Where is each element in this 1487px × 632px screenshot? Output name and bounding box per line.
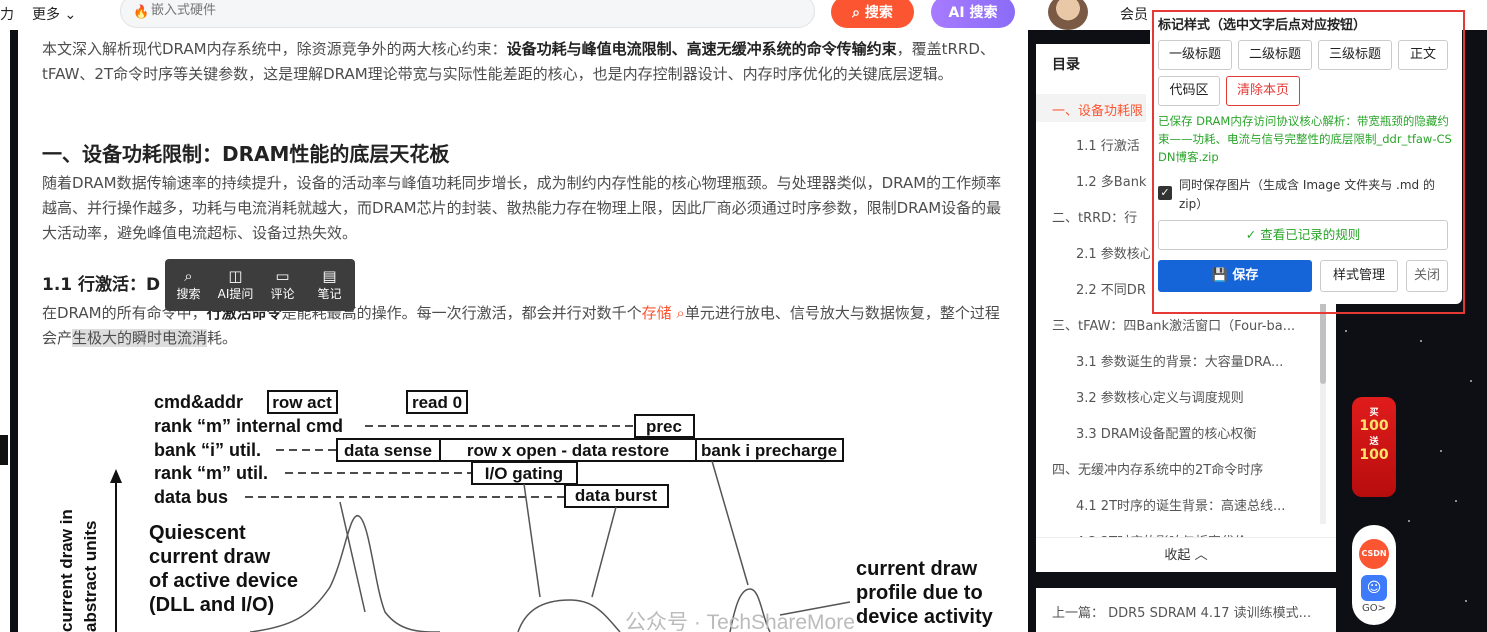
dram-timing-diagram: cmd&addr rank “m” internal cmd bank “i” … bbox=[57, 390, 994, 632]
comment-icon: ▭ bbox=[275, 267, 290, 285]
box-data-burst: data burst bbox=[575, 486, 658, 505]
keyword-link-label: 存储 bbox=[641, 304, 672, 322]
more-menu[interactable]: 更多 ⌄ bbox=[32, 4, 76, 24]
toc-divider bbox=[1036, 537, 1336, 538]
go-label: GO> bbox=[1362, 603, 1386, 614]
more-label: 更多 bbox=[32, 7, 60, 23]
p3-text-d: 耗。 bbox=[207, 329, 238, 347]
intro-paragraph: 本文深入解析现代DRAM内存系统中，除资源竞争外的两大核心约束：设备功耗与峰值电… bbox=[42, 37, 1004, 87]
search-box[interactable]: 🔥 bbox=[120, 0, 815, 28]
toc-item[interactable]: 3.3 DRAM设备配置的核心权衡 bbox=[1076, 423, 1314, 442]
box-row-act: row act bbox=[272, 393, 332, 412]
quiescent-line-4: (DLL and I/O) bbox=[149, 594, 274, 616]
diagram-watermark: 公众号 · TechShareMore bbox=[625, 611, 855, 632]
box-prec: prec bbox=[646, 417, 682, 436]
toc-item[interactable]: 4.1 2T时序的诞生背景：高速总线... bbox=[1076, 495, 1314, 514]
toc-item[interactable]: 3.1 参数诞生的背景：大容量DRA... bbox=[1076, 351, 1314, 370]
ai-icon: ◫ bbox=[228, 267, 243, 285]
toc-item[interactable]: 3.2 参数核心定义与调度规则 bbox=[1076, 387, 1314, 406]
flame-icon: 🔥 bbox=[133, 5, 150, 20]
csdn-logo-icon: CSDN bbox=[1359, 539, 1389, 569]
avatar[interactable] bbox=[1048, 0, 1088, 30]
search-icon: ⌕ bbox=[184, 267, 193, 285]
selection-search-label: 搜索 bbox=[176, 287, 201, 301]
search-button-label: 搜索 bbox=[864, 5, 893, 21]
selection-note-button[interactable]: ▤ 笔记 bbox=[306, 259, 353, 311]
search-icon: ⌕ bbox=[676, 304, 685, 322]
toc-item[interactable]: 2.2 不同DR bbox=[1076, 279, 1150, 298]
toc-item[interactable]: 四、无缓冲内存系统中的2T命令时序 bbox=[1052, 459, 1314, 478]
intro-bold-text: 设备功耗与峰值电流限制、高速无缓冲系统的命令传输约束 bbox=[506, 40, 897, 58]
promo-number-1: 100 bbox=[1359, 418, 1389, 434]
left-edge-marker bbox=[0, 435, 8, 465]
profile-line-2: profile due to bbox=[856, 582, 983, 604]
toc-item[interactable]: 2.1 参数核心 bbox=[1076, 243, 1150, 262]
chevron-down-icon: ⌄ bbox=[64, 7, 77, 23]
toc-title: 目录 bbox=[1052, 57, 1080, 73]
quiescent-line-3: of active device bbox=[149, 570, 298, 592]
box-data-sense: data sense bbox=[344, 441, 432, 460]
toc-item[interactable]: 二、tRRD：行 bbox=[1052, 207, 1150, 226]
ai-search-button[interactable]: AI 搜索 bbox=[931, 0, 1015, 28]
row-label-bank-util: bank “i” util. bbox=[154, 440, 261, 460]
promo-number-2: 100 bbox=[1359, 447, 1389, 463]
profile-line-1: current draw bbox=[856, 558, 978, 580]
left-margin bbox=[0, 30, 10, 632]
selected-text[interactable]: 生极大的瞬时电流消 bbox=[72, 329, 208, 347]
toc-collapse-label: 收起 bbox=[1164, 548, 1191, 563]
selection-toolbar: ⌕ 搜索 ◫ AI提问 ▭ 评论 ▤ 笔记 bbox=[165, 259, 355, 311]
y-axis-label-line-1: current draw in bbox=[57, 509, 76, 632]
box-bank-precharge: bank i precharge bbox=[701, 441, 837, 460]
promo-badge[interactable]: 买 100 送 100 bbox=[1352, 397, 1396, 497]
toc-item[interactable]: 一、设备功耗限 bbox=[1052, 100, 1146, 119]
chevron-up-icon: ︿ bbox=[1194, 548, 1208, 563]
robot-icon: ☺ bbox=[1361, 575, 1387, 601]
selection-note-label: 笔记 bbox=[317, 287, 342, 301]
promo-top-text: 买 bbox=[1369, 408, 1379, 418]
quiescent-line-1: Quiescent bbox=[149, 522, 246, 544]
row-label-internal-cmd: rank “m” internal cmd bbox=[154, 416, 343, 436]
prev-post-link[interactable]: 上一篇： DDR5 SDRAM 4.17 读训练模式... bbox=[1036, 588, 1336, 632]
quiescent-line-2: current draw bbox=[149, 546, 271, 568]
toc-collapse-button[interactable]: 收起 ︿ bbox=[1036, 544, 1336, 563]
box-row-open: row x open - data restore bbox=[467, 441, 669, 460]
search-button[interactable]: ⌕ 搜索 bbox=[831, 0, 914, 28]
nav-item-cut[interactable]: 力 bbox=[0, 4, 14, 24]
keyword-link-storage[interactable]: 存储 ⌕ bbox=[642, 304, 685, 322]
row-label-rank-util: rank “m” util. bbox=[154, 463, 268, 483]
intro-text: 本文深入解析现代DRAM内存系统中，除资源竞争外的两大核心约束： bbox=[42, 40, 507, 58]
selection-ai-button[interactable]: ◫ AI提问 bbox=[212, 259, 259, 311]
csdn-go-widget[interactable]: CSDN ☺ GO> bbox=[1352, 525, 1396, 625]
search-icon: ⌕ bbox=[852, 5, 860, 21]
prev-post-label: 上一篇： DDR5 SDRAM 4.17 读训练模式... bbox=[1052, 606, 1312, 621]
toc-item[interactable]: 三、tFAW：四Bank激活窗口（Four-ba... bbox=[1052, 315, 1314, 334]
row-label-cmd-addr: cmd&addr bbox=[154, 392, 243, 412]
toc-item[interactable]: 1.2 多Bank bbox=[1076, 171, 1150, 190]
toc-item[interactable]: 1.1 行激活 bbox=[1076, 135, 1150, 154]
row-label-data-bus: data bus bbox=[154, 487, 228, 507]
section-1-paragraph: 随着DRAM数据传输速率的持续提升，设备的活动率与峰值功耗同步增长，成为制约内存… bbox=[42, 174, 1002, 242]
profile-line-3: device activity bbox=[856, 606, 994, 628]
box-read-0: read 0 bbox=[412, 393, 462, 412]
search-input[interactable] bbox=[151, 3, 751, 18]
y-axis-label-line-2: abstract units bbox=[81, 521, 100, 632]
selection-ai-label: AI提问 bbox=[217, 287, 254, 301]
selection-comment-label: 评论 bbox=[270, 287, 295, 301]
selection-comment-button[interactable]: ▭ 评论 bbox=[259, 259, 306, 311]
box-io-gating: I/O gating bbox=[485, 464, 563, 483]
member-link[interactable]: 会员 bbox=[1120, 4, 1148, 24]
promo-mid-text: 送 bbox=[1369, 437, 1379, 447]
panel-highlight-frame bbox=[1152, 10, 1465, 314]
subsection-heading-text-a: 1.1 行激活：D bbox=[42, 275, 161, 295]
note-icon: ▤ bbox=[322, 267, 337, 285]
selection-search-button[interactable]: ⌕ 搜索 bbox=[165, 259, 212, 311]
section-heading-1: 一、设备功耗限制：DRAM性能的底层天花板 bbox=[42, 142, 450, 166]
